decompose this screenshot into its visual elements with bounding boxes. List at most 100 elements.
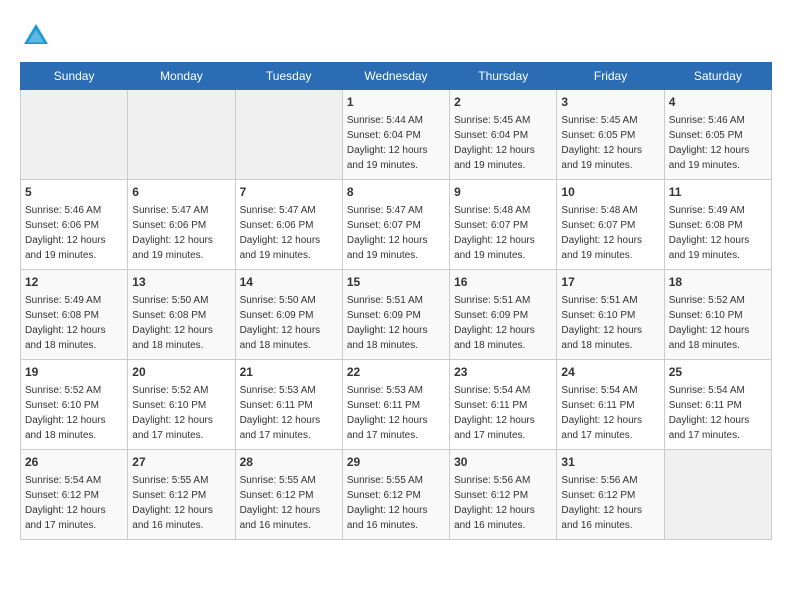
calendar-cell: 4 Sunrise: 5:46 AM Sunset: 6:05 PM Daylig… <box>664 90 771 180</box>
calendar-cell: 26 Sunrise: 5:54 AM Sunset: 6:12 PM Dayli… <box>21 450 128 540</box>
calendar-table: SundayMondayTuesdayWednesdayThursdayFrid… <box>20 62 772 540</box>
day-info: Sunrise: 5:55 AM Sunset: 6:12 PM Dayligh… <box>240 475 321 531</box>
calendar-cell: 31Sunrise: 5:56 AM Sunset: 6:12 PM Dayli… <box>557 450 664 540</box>
day-info: Sunrise: 5:54 AM Sunset: 6:11 PM Dayligh… <box>561 385 642 441</box>
calendar-cell: 3 Sunrise: 5:45 AM Sunset: 6:05 PM Daylig… <box>557 90 664 180</box>
calendar-body: 1 Sunrise: 5:44 AM Sunset: 6:04 PM Daylig… <box>21 90 772 540</box>
day-info: Sunrise: 5:48 AM Sunset: 6:07 PM Dayligh… <box>561 205 642 261</box>
weekday-sunday: Sunday <box>21 63 128 90</box>
calendar-cell: 2 Sunrise: 5:45 AM Sunset: 6:04 PM Daylig… <box>450 90 557 180</box>
calendar-cell: 21Sunrise: 5:53 AM Sunset: 6:11 PM Dayli… <box>235 360 342 450</box>
day-number: 3 <box>561 94 659 111</box>
logo <box>20 20 56 52</box>
calendar-cell: 24Sunrise: 5:54 AM Sunset: 6:11 PM Dayli… <box>557 360 664 450</box>
calendar-cell <box>235 90 342 180</box>
day-info: Sunrise: 5:49 AM Sunset: 6:08 PM Dayligh… <box>25 295 106 351</box>
day-number: 26 <box>25 454 123 471</box>
week-row-5: 26 Sunrise: 5:54 AM Sunset: 6:12 PM Dayli… <box>21 450 772 540</box>
day-number: 25 <box>669 364 767 381</box>
day-number: 8 <box>347 184 445 201</box>
day-number: 15 <box>347 274 445 291</box>
day-number: 30 <box>454 454 552 471</box>
calendar-cell: 15 Sunrise: 5:51 AM Sunset: 6:09 PM Dayli… <box>342 270 449 360</box>
weekday-thursday: Thursday <box>450 63 557 90</box>
day-info: Sunrise: 5:50 AM Sunset: 6:08 PM Dayligh… <box>132 295 213 351</box>
calendar-cell: 30 Sunrise: 5:56 AM Sunset: 6:12 PM Dayli… <box>450 450 557 540</box>
day-info: Sunrise: 5:51 AM Sunset: 6:09 PM Dayligh… <box>347 295 428 351</box>
day-info: Sunrise: 5:49 AM Sunset: 6:08 PM Dayligh… <box>669 205 750 261</box>
calendar-cell: 6 Sunrise: 5:47 AM Sunset: 6:06 PM Daylig… <box>128 180 235 270</box>
day-info: Sunrise: 5:44 AM Sunset: 6:04 PM Dayligh… <box>347 115 428 171</box>
calendar-cell: 25 Sunrise: 5:54 AM Sunset: 6:11 PM Dayli… <box>664 360 771 450</box>
weekday-wednesday: Wednesday <box>342 63 449 90</box>
day-info: Sunrise: 5:50 AM Sunset: 6:09 PM Dayligh… <box>240 295 321 351</box>
day-info: Sunrise: 5:46 AM Sunset: 6:05 PM Dayligh… <box>669 115 750 171</box>
day-number: 1 <box>347 94 445 111</box>
day-number: 28 <box>240 454 338 471</box>
calendar-cell: 1 Sunrise: 5:44 AM Sunset: 6:04 PM Daylig… <box>342 90 449 180</box>
week-row-4: 19 Sunrise: 5:52 AM Sunset: 6:10 PM Dayli… <box>21 360 772 450</box>
calendar-cell <box>128 90 235 180</box>
day-number: 13 <box>132 274 230 291</box>
calendar-cell <box>21 90 128 180</box>
day-info: Sunrise: 5:48 AM Sunset: 6:07 PM Dayligh… <box>454 205 535 261</box>
day-info: Sunrise: 5:53 AM Sunset: 6:11 PM Dayligh… <box>347 385 428 441</box>
weekday-tuesday: Tuesday <box>235 63 342 90</box>
calendar-cell: 23Sunrise: 5:54 AM Sunset: 6:11 PM Dayli… <box>450 360 557 450</box>
week-row-3: 12 Sunrise: 5:49 AM Sunset: 6:08 PM Dayli… <box>21 270 772 360</box>
calendar-cell: 12 Sunrise: 5:49 AM Sunset: 6:08 PM Dayli… <box>21 270 128 360</box>
calendar-cell: 7 Sunrise: 5:47 AM Sunset: 6:06 PM Daylig… <box>235 180 342 270</box>
day-number: 2 <box>454 94 552 111</box>
week-row-1: 1 Sunrise: 5:44 AM Sunset: 6:04 PM Daylig… <box>21 90 772 180</box>
calendar-cell: 10Sunrise: 5:48 AM Sunset: 6:07 PM Dayli… <box>557 180 664 270</box>
calendar-cell: 22 Sunrise: 5:53 AM Sunset: 6:11 PM Dayli… <box>342 360 449 450</box>
day-info: Sunrise: 5:51 AM Sunset: 6:09 PM Dayligh… <box>454 295 535 351</box>
day-number: 31 <box>561 454 659 471</box>
calendar-cell: 20 Sunrise: 5:52 AM Sunset: 6:10 PM Dayli… <box>128 360 235 450</box>
weekday-monday: Monday <box>128 63 235 90</box>
day-number: 21 <box>240 364 338 381</box>
day-info: Sunrise: 5:56 AM Sunset: 6:12 PM Dayligh… <box>454 475 535 531</box>
day-number: 17 <box>561 274 659 291</box>
day-info: Sunrise: 5:47 AM Sunset: 6:07 PM Dayligh… <box>347 205 428 261</box>
day-number: 12 <box>25 274 123 291</box>
calendar-cell: 5 Sunrise: 5:46 AM Sunset: 6:06 PM Daylig… <box>21 180 128 270</box>
page-header <box>20 20 772 52</box>
day-number: 22 <box>347 364 445 381</box>
day-info: Sunrise: 5:45 AM Sunset: 6:04 PM Dayligh… <box>454 115 535 171</box>
calendar-cell: 13 Sunrise: 5:50 AM Sunset: 6:08 PM Dayli… <box>128 270 235 360</box>
calendar-cell: 19 Sunrise: 5:52 AM Sunset: 6:10 PM Dayli… <box>21 360 128 450</box>
day-number: 16 <box>454 274 552 291</box>
calendar-cell <box>664 450 771 540</box>
calendar-cell: 28 Sunrise: 5:55 AM Sunset: 6:12 PM Dayli… <box>235 450 342 540</box>
week-row-2: 5 Sunrise: 5:46 AM Sunset: 6:06 PM Daylig… <box>21 180 772 270</box>
day-info: Sunrise: 5:47 AM Sunset: 6:06 PM Dayligh… <box>240 205 321 261</box>
weekday-header-row: SundayMondayTuesdayWednesdayThursdayFrid… <box>21 63 772 90</box>
day-info: Sunrise: 5:52 AM Sunset: 6:10 PM Dayligh… <box>132 385 213 441</box>
day-info: Sunrise: 5:54 AM Sunset: 6:11 PM Dayligh… <box>669 385 750 441</box>
day-info: Sunrise: 5:54 AM Sunset: 6:11 PM Dayligh… <box>454 385 535 441</box>
day-number: 7 <box>240 184 338 201</box>
calendar-cell: 16 Sunrise: 5:51 AM Sunset: 6:09 PM Dayli… <box>450 270 557 360</box>
day-number: 29 <box>347 454 445 471</box>
day-number: 4 <box>669 94 767 111</box>
day-info: Sunrise: 5:54 AM Sunset: 6:12 PM Dayligh… <box>25 475 106 531</box>
day-info: Sunrise: 5:51 AM Sunset: 6:10 PM Dayligh… <box>561 295 642 351</box>
day-number: 19 <box>25 364 123 381</box>
day-number: 20 <box>132 364 230 381</box>
day-info: Sunrise: 5:55 AM Sunset: 6:12 PM Dayligh… <box>347 475 428 531</box>
calendar-cell: 14Sunrise: 5:50 AM Sunset: 6:09 PM Dayli… <box>235 270 342 360</box>
day-number: 6 <box>132 184 230 201</box>
day-info: Sunrise: 5:47 AM Sunset: 6:06 PM Dayligh… <box>132 205 213 261</box>
day-number: 18 <box>669 274 767 291</box>
weekday-saturday: Saturday <box>664 63 771 90</box>
calendar-cell: 17 Sunrise: 5:51 AM Sunset: 6:10 PM Dayli… <box>557 270 664 360</box>
day-info: Sunrise: 5:52 AM Sunset: 6:10 PM Dayligh… <box>25 385 106 441</box>
day-number: 5 <box>25 184 123 201</box>
weekday-friday: Friday <box>557 63 664 90</box>
day-info: Sunrise: 5:55 AM Sunset: 6:12 PM Dayligh… <box>132 475 213 531</box>
day-number: 9 <box>454 184 552 201</box>
day-info: Sunrise: 5:46 AM Sunset: 6:06 PM Dayligh… <box>25 205 106 261</box>
day-info: Sunrise: 5:45 AM Sunset: 6:05 PM Dayligh… <box>561 115 642 171</box>
calendar-cell: 27Sunrise: 5:55 AM Sunset: 6:12 PM Dayli… <box>128 450 235 540</box>
